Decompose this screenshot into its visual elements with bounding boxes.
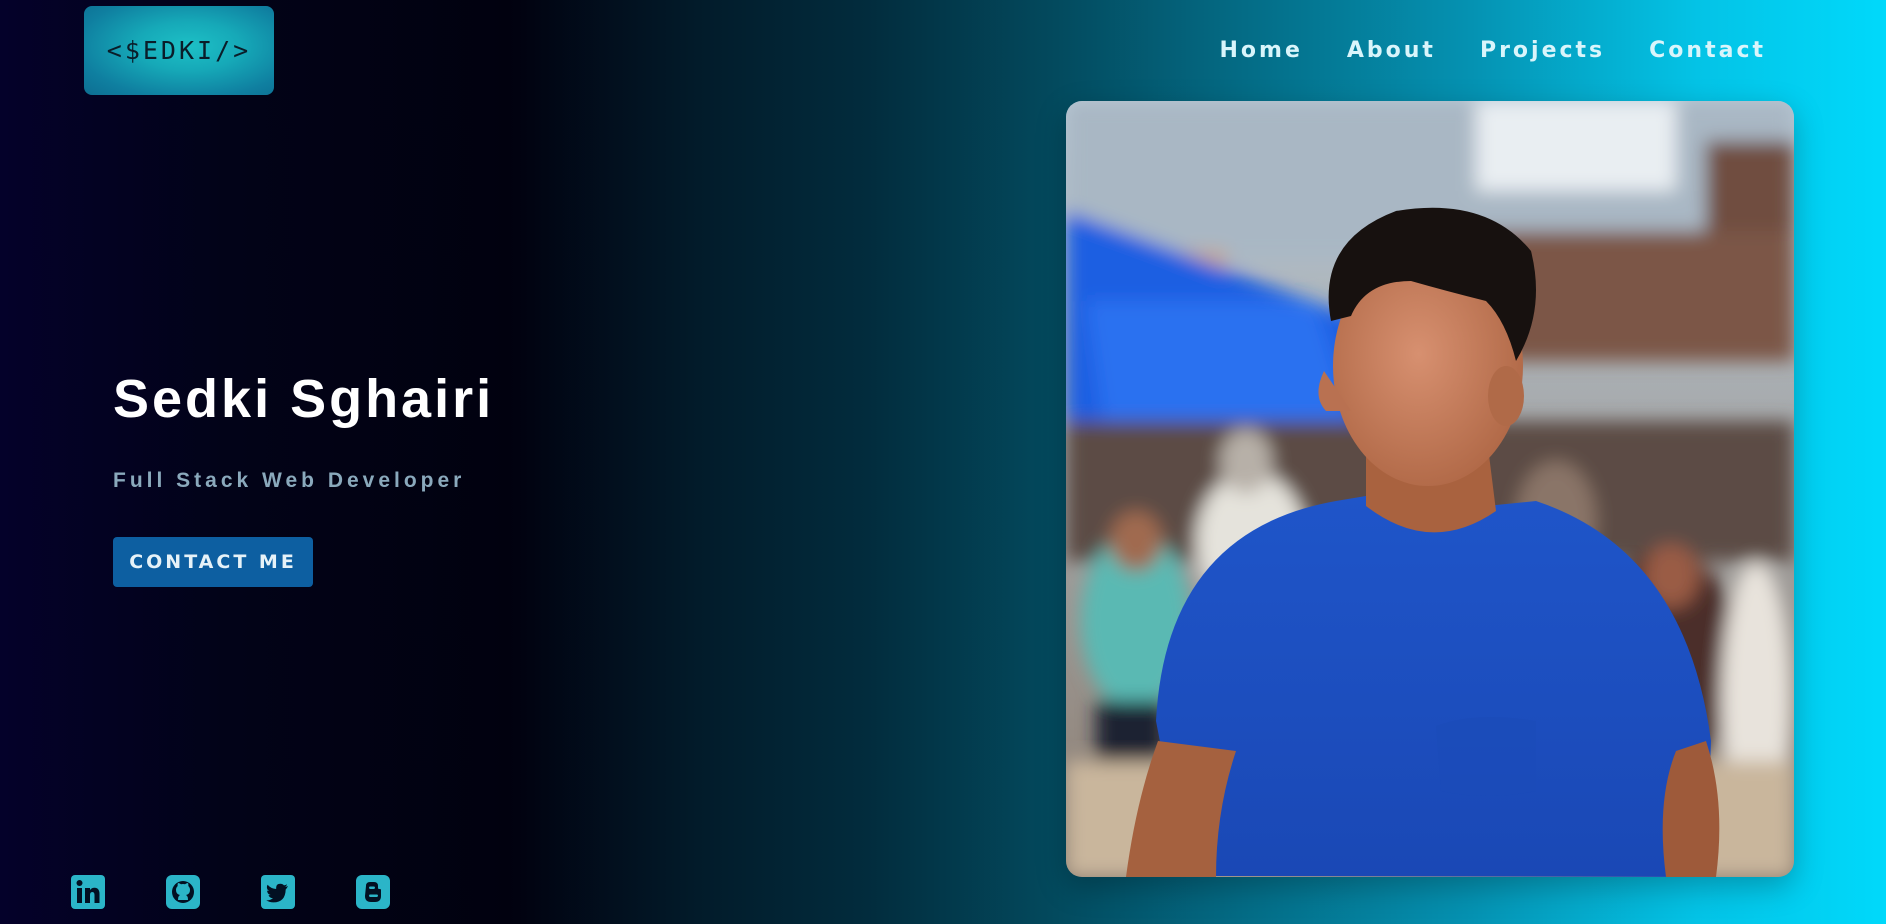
profile-photo	[1066, 101, 1794, 877]
hero-subtitle: Full Stack Web Developer	[113, 469, 466, 492]
nav-about-link[interactable]: About	[1347, 38, 1436, 63]
site-logo[interactable]: <$EDKI/>	[84, 6, 274, 95]
blogger-icon[interactable]	[356, 875, 390, 909]
contact-me-button[interactable]: CONTACT ME	[113, 537, 313, 587]
logo-text: <$EDKI/>	[106, 36, 252, 65]
nav-home-link[interactable]: Home	[1220, 38, 1303, 63]
profile-photo-illustration	[1066, 101, 1794, 877]
main-nav: Home About Projects Contact	[1220, 38, 1767, 63]
nav-projects-link[interactable]: Projects	[1480, 38, 1605, 63]
nav-contact-link[interactable]: Contact	[1649, 38, 1766, 63]
twitter-icon[interactable]	[261, 875, 295, 909]
hero-name: Sedki Sghairi	[113, 369, 495, 429]
social-links	[71, 875, 390, 909]
github-icon[interactable]	[166, 875, 200, 909]
linkedin-icon[interactable]	[71, 875, 105, 909]
